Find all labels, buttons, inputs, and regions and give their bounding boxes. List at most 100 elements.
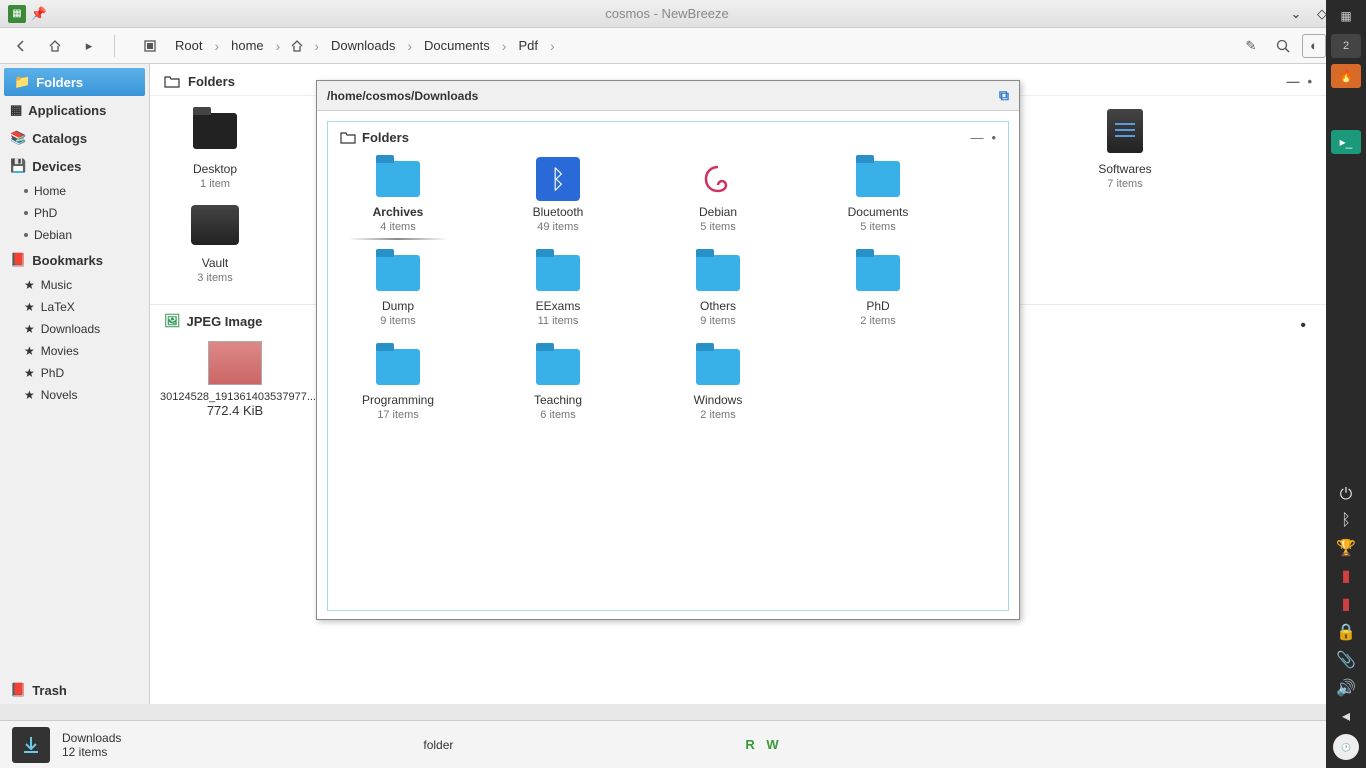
download-icon [12,727,50,763]
subpanel-item-windows[interactable]: Windows2 items [668,343,768,425]
item-vault[interactable]: Vault 3 items [160,200,270,284]
subpanel-item-teaching[interactable]: Teaching6 items [508,343,608,425]
power-icon[interactable]: ⏻ [1340,486,1353,504]
sidebar-bookmark-novels[interactable]: ★Novels [0,384,149,406]
statusbar: Downloads 12 items folder R W [0,720,1326,768]
jpeg-label: JPEG Image [187,314,263,329]
sidebar-bookmarks[interactable]: 📕 Bookmarks [0,246,149,274]
minimize-icon[interactable]: ⌄ [1288,6,1304,22]
subpanel-item-documents[interactable]: Documents5 items [828,155,928,237]
sidebar-device-phd[interactable]: PhD [0,202,149,224]
sidebar-trash[interactable]: 📕 Trash [10,682,140,698]
subpanel-item-eexams[interactable]: EExams11 items [508,249,608,331]
sidebar-applications[interactable]: ▦ Applications [0,96,149,124]
sidebar-devices[interactable]: 💾 Devices [0,152,149,180]
collapse-icon[interactable]: — [1286,74,1299,89]
jpeg-item[interactable]: 30124528_191361403537977... 772.4 KiB [160,341,310,418]
dock-apps-icon[interactable]: ▦ [1331,4,1361,28]
subpanel-item-bluetooth[interactable]: ᛒBluetooth49 items [508,155,608,237]
status-count: 12 items [62,745,121,759]
trophy-icon[interactable]: 🏆 [1336,538,1356,558]
catalogs-icon: 📚 [10,130,26,146]
more-icon[interactable]: • [1300,317,1306,335]
debian-icon [696,157,740,201]
more-icon[interactable]: • [1307,74,1312,89]
bluetooth-icon[interactable]: ᛒ [1341,512,1351,530]
sidebar-device-home[interactable]: Home [0,180,149,202]
status-name: Downloads [62,731,121,745]
sidebar-bookmark-music[interactable]: ★Music [0,274,149,296]
home-icon[interactable] [284,33,310,59]
subpanel-item-phd[interactable]: PhD2 items [828,249,928,331]
sidebar-bookmark-phd[interactable]: ★PhD [0,362,149,384]
lock-icon[interactable]: 🔒 [1336,622,1356,642]
darkfolder-icon [193,113,237,149]
breadcrumb-documents[interactable]: Documents [416,34,498,57]
breadcrumb-pdf[interactable]: Pdf [510,34,546,57]
apps-icon: ▦ [10,102,22,118]
trash-icon: 📕 [10,682,26,698]
subpanel-item-archives[interactable]: Archives4 items [348,155,448,237]
sidebar-bookmark-movies[interactable]: ★Movies [0,340,149,362]
folder-icon [536,255,580,291]
subpanel-path: /home/cosmos/Downloads [327,89,478,103]
notifications-icon[interactable]: ▮ [1342,566,1351,586]
dock-workspace[interactable]: 2 [1331,34,1361,58]
software-icon [1107,109,1143,153]
subpanel-grid: Archives4 items ᛒBluetooth49 items Debian5… [328,149,1008,431]
sidebar-bookmark-downloads[interactable]: ★Downloads [0,318,149,340]
contrast-icon[interactable]: ◐ [1302,34,1326,58]
main-area: 📁 Folders ▦ Applications 📚 Catalogs 💾 De… [0,64,1326,704]
chevron-left-icon[interactable]: ◂ [1342,706,1350,726]
folder-icon [856,161,900,197]
app-icon: ▦ [8,5,26,23]
breadcrumb-sep: › [214,38,219,54]
volume-icon[interactable]: 🔊 [1336,678,1356,698]
dock: ▦ 2 🔥 ▸_ ⏻ ᛒ 🏆 ▮ ▮ 🔒 📎 🔊 ◂ 🕐 [1326,0,1366,768]
toolbar: ▸ Root › home › › Downloads › Documents … [0,28,1366,64]
folder-icon: 📁 [14,74,30,90]
more-icon[interactable]: • [991,130,996,145]
breadcrumb-downloads[interactable]: Downloads [323,34,403,57]
folder-icon [696,255,740,291]
breadcrumb-root[interactable]: Root [167,34,210,57]
dock-flame-icon[interactable]: 🔥 [1331,64,1361,88]
attachment-icon[interactable]: 📎 [1336,650,1356,670]
popout-icon[interactable]: ⧉ [999,87,1009,104]
subpanel-item-debian[interactable]: Debian5 items [668,155,768,237]
item-desktop[interactable]: Desktop 1 item [160,106,270,190]
subpanel-item-others[interactable]: Others9 items [668,249,768,331]
sidebar-folders[interactable]: 📁 Folders [4,68,145,96]
vault-icon [191,205,239,245]
pin-icon[interactable]: 📌 [32,7,46,21]
edit-icon[interactable]: ✎ [1238,33,1264,59]
subpanel-item-programming[interactable]: Programming17 items [348,343,448,425]
bluetooth-icon: ᛒ [536,157,580,201]
sidebar-catalogs[interactable]: 📚 Catalogs [0,124,149,152]
battery-icon[interactable]: ▮ [1342,594,1351,614]
sidebar-device-debian[interactable]: Debian [0,224,149,246]
folder-icon [856,255,900,291]
forward-button[interactable]: ▸ [76,33,102,59]
bullet-icon [24,211,28,215]
root-icon[interactable] [137,33,163,59]
status-type: folder [423,738,453,752]
sidebar-bottom: 📕 Trash [0,676,150,704]
folder-outline-icon [340,131,356,145]
folder-icon [376,161,420,197]
subpanel-header: /home/cosmos/Downloads ⧉ [317,81,1019,111]
home-button[interactable] [42,33,68,59]
dock-terminal-icon[interactable]: ▸_ [1331,130,1361,154]
search-icon[interactable] [1270,33,1296,59]
content-area: Folders — • Desktop 1 item 🎓 PhD 9 items… [150,64,1326,704]
clock-icon[interactable]: 🕐 [1333,734,1359,760]
back-button[interactable] [8,33,34,59]
star-icon: ★ [24,278,35,292]
breadcrumb: Root › home › › Downloads › Documents › … [127,33,1230,59]
sidebar-bookmark-latex[interactable]: ★LaTeX [0,296,149,318]
item-softwares[interactable]: Softwares 7 items [1070,106,1180,190]
collapse-icon[interactable]: — [970,130,983,145]
status-permissions: R W [745,737,782,752]
subpanel-item-dump[interactable]: Dump9 items [348,249,448,331]
breadcrumb-home[interactable]: home [223,34,272,57]
